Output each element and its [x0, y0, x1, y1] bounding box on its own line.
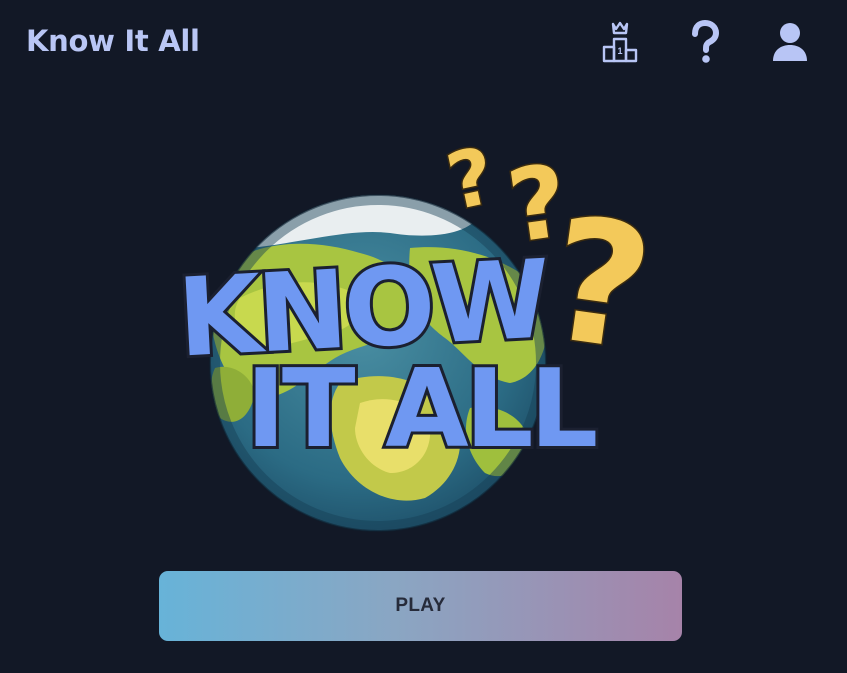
help-button[interactable] [682, 18, 728, 66]
play-button[interactable]: PLAY [159, 571, 682, 641]
game-logo: ? ? ? KNOW IT ALL [170, 128, 690, 538]
help-icon [692, 20, 720, 63]
leaderboard-button[interactable]: 1 [597, 18, 643, 66]
app-title: Know It All [26, 24, 200, 58]
home-screen: Know It All 1 ? ? ? KNOW IT ALL PLAY [0, 0, 847, 673]
leaderboard-icon: 1 [602, 21, 638, 63]
profile-icon [773, 23, 807, 61]
globe-logo-illustration: ? ? ? KNOW IT ALL [172, 130, 664, 532]
profile-button[interactable] [767, 18, 813, 66]
svg-text:1: 1 [617, 46, 622, 56]
play-button-label: PLAY [395, 595, 446, 616]
logo-line-2: IT ALL [246, 347, 596, 472]
